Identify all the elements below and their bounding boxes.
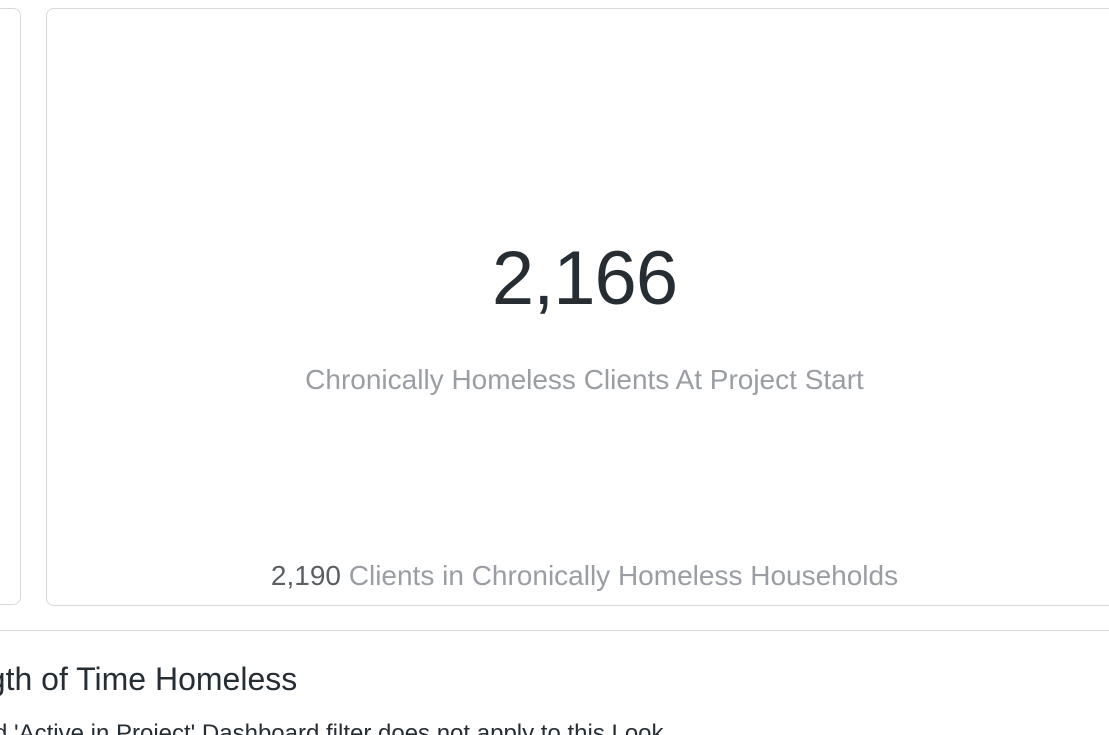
kpi-comparison: 2,190 Clients in Chronically Homeless Ho… <box>47 559 1109 593</box>
kpi-label: Chronically Homeless Clients At Project … <box>305 364 864 395</box>
partial-dashboard-tile[interactable] <box>0 8 21 605</box>
section-divider <box>0 630 1109 631</box>
section-title: ngth of Time Homeless <box>0 661 298 697</box>
section-note: d 'Active in Project' Dashboard filter d… <box>0 720 664 735</box>
kpi-comparison-value: 2,190 <box>270 560 341 591</box>
kpi-comparison-label: Clients in Chronically Homeless Househol… <box>348 560 899 591</box>
kpi-tile-chronically-homeless[interactable]: 2,166 Chronically Homeless Clients At Pr… <box>46 8 1109 606</box>
kpi-value: 2,166 <box>491 236 678 321</box>
dashboard-canvas: 2,166 Chronically Homeless Clients At Pr… <box>0 0 1109 735</box>
